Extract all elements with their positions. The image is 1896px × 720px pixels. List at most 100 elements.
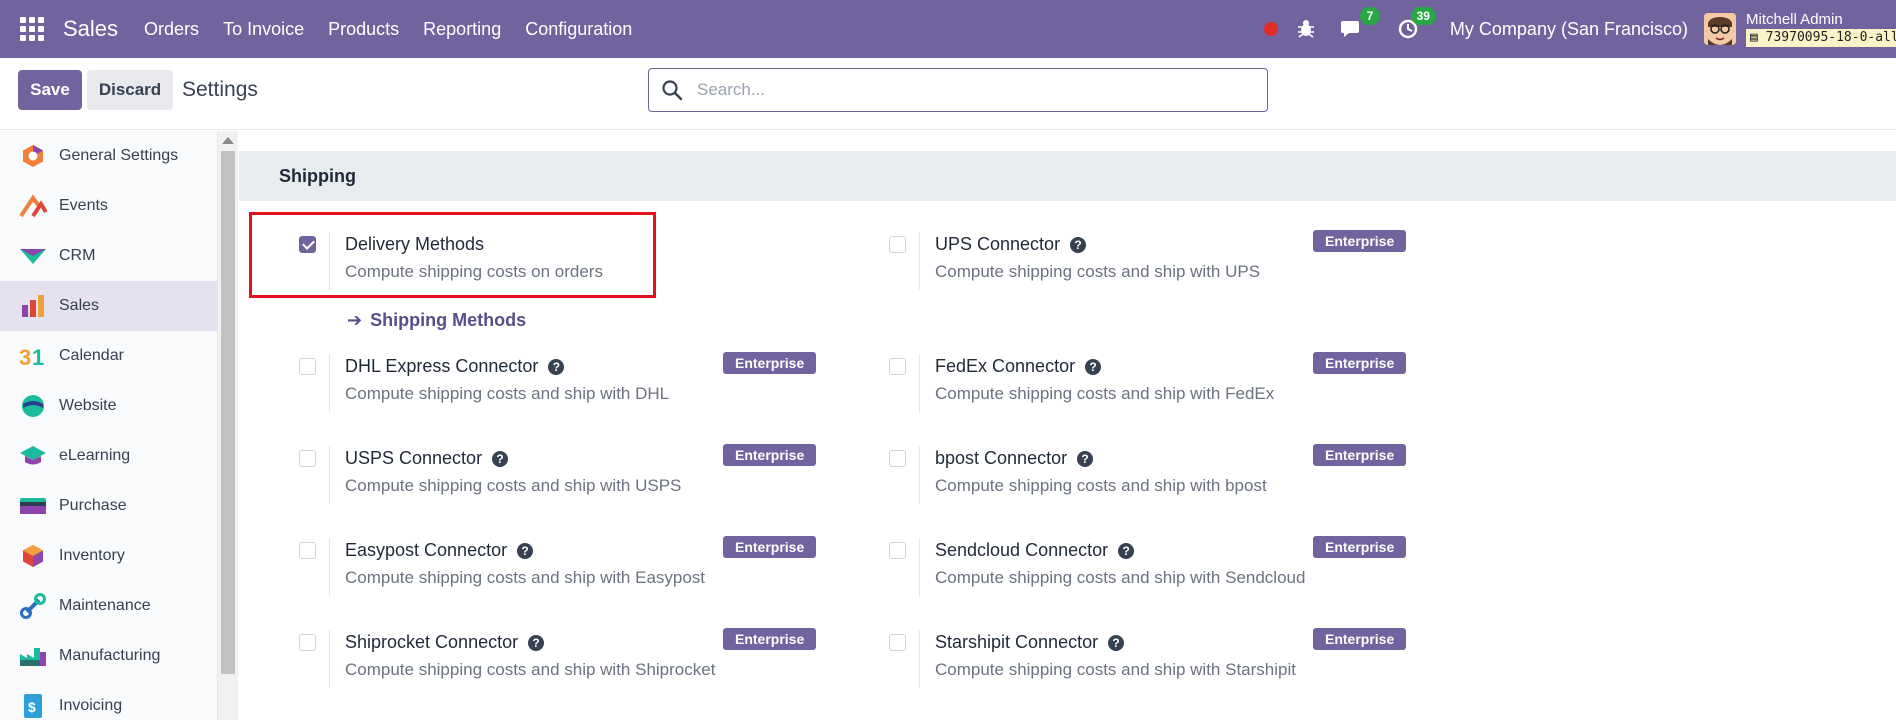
setting-description: Compute shipping costs and ship with Fed… bbox=[935, 384, 1275, 403]
sidebar-item-purchase[interactable]: Purchase bbox=[0, 481, 217, 531]
sidebar-item-label: Purchase bbox=[59, 497, 127, 514]
enterprise-badge: Enterprise bbox=[723, 444, 817, 466]
search-icon bbox=[662, 80, 683, 101]
menu-to-invoice[interactable]: To Invoice bbox=[223, 19, 304, 40]
setting-dhl-express-connector: DHL Express Connector? Compute shipping … bbox=[299, 352, 859, 434]
sidebar-item-manufacturing[interactable]: Manufacturing bbox=[0, 631, 217, 681]
setting-title: Easypost Connector? bbox=[345, 540, 534, 561]
divider bbox=[919, 630, 920, 688]
app-brand[interactable]: Sales bbox=[63, 16, 118, 42]
help-icon[interactable]: ? bbox=[1085, 358, 1102, 375]
activities-badge: 39 bbox=[1410, 7, 1436, 25]
messages-icon[interactable]: 7 bbox=[1340, 7, 1380, 41]
sidebar-item-general-settings[interactable]: General Settings bbox=[0, 131, 217, 181]
messages-badge: 7 bbox=[1359, 7, 1380, 25]
invoicing-icon: $ bbox=[19, 692, 47, 720]
sidebar-item-label: Events bbox=[59, 197, 108, 214]
setting-title-text: DHL Express Connector bbox=[345, 356, 539, 376]
purchase-icon bbox=[19, 492, 47, 520]
setting-bpost-connector: bpost Connector? Compute shipping costs … bbox=[889, 444, 1449, 526]
sidebar-item-calendar[interactable]: 31 Calendar bbox=[0, 331, 217, 381]
setting-title-text: FedEx Connector bbox=[935, 356, 1076, 376]
ups-connector-checkbox[interactable] bbox=[889, 236, 906, 253]
help-icon[interactable]: ? bbox=[1070, 236, 1087, 253]
divider bbox=[329, 630, 330, 688]
divider bbox=[329, 538, 330, 596]
save-button[interactable]: Save bbox=[18, 70, 82, 110]
sendcloud-connector-checkbox[interactable] bbox=[889, 542, 906, 559]
setting-description: Compute shipping costs and ship with Shi… bbox=[345, 660, 716, 679]
menu-reporting[interactable]: Reporting bbox=[423, 19, 501, 40]
setting-starshipit-connector: Starshipit Connector? Compute shipping c… bbox=[889, 628, 1449, 710]
sidebar-item-elearning[interactable]: eLearning bbox=[0, 431, 217, 481]
usps-connector-checkbox[interactable] bbox=[299, 450, 316, 467]
easypost-connector-checkbox[interactable] bbox=[299, 542, 316, 559]
search-input[interactable] bbox=[697, 80, 1237, 100]
bpost-connector-checkbox[interactable] bbox=[889, 450, 906, 467]
enterprise-badge: Enterprise bbox=[1313, 628, 1407, 650]
scroll-thumb[interactable] bbox=[221, 151, 235, 674]
setting-description: Compute shipping costs and ship with Eas… bbox=[345, 568, 706, 587]
menu-orders[interactable]: Orders bbox=[144, 19, 199, 40]
apps-menu-icon[interactable] bbox=[19, 16, 45, 42]
shipping-methods-link[interactable]: ➔ Shipping Methods bbox=[347, 310, 526, 331]
elearning-icon bbox=[19, 442, 47, 470]
sales-icon bbox=[19, 292, 47, 320]
menu-products[interactable]: Products bbox=[328, 19, 399, 40]
divider bbox=[919, 354, 920, 412]
shiprocket-connector-checkbox[interactable] bbox=[299, 634, 316, 651]
help-icon[interactable]: ? bbox=[528, 634, 545, 651]
help-icon[interactable]: ? bbox=[1118, 542, 1135, 559]
help-icon[interactable]: ? bbox=[1077, 450, 1094, 467]
sidebar-item-invoicing[interactable]: $ Invoicing bbox=[0, 681, 217, 720]
help-icon[interactable]: ? bbox=[548, 358, 565, 375]
help-icon[interactable]: ? bbox=[492, 450, 509, 467]
dhl-connector-checkbox[interactable] bbox=[299, 358, 316, 375]
menu-configuration[interactable]: Configuration bbox=[525, 19, 632, 40]
calendar-icon: 31 bbox=[19, 342, 47, 370]
sidebar-item-label: Maintenance bbox=[59, 597, 151, 614]
setting-description: Compute shipping costs and ship with Sta… bbox=[935, 660, 1296, 679]
setting-description: Compute shipping costs and ship with USP… bbox=[345, 476, 682, 495]
search-bar[interactable] bbox=[648, 68, 1268, 112]
database-icon: ▤ bbox=[1750, 30, 1766, 45]
bug-icon[interactable] bbox=[1294, 17, 1318, 41]
divider bbox=[919, 538, 920, 596]
setting-title-text: Easypost Connector bbox=[345, 540, 508, 560]
navbar-systray: 7 39 My Company (San Francisco) Mitchell… bbox=[1263, 0, 1896, 58]
enterprise-badge: Enterprise bbox=[1313, 536, 1407, 558]
setting-title-text: Starshipit Connector bbox=[935, 632, 1099, 652]
sidebar-item-sales[interactable]: Sales bbox=[0, 281, 217, 331]
user-name: Mitchell Admin bbox=[1746, 11, 1843, 28]
sidebar-item-events[interactable]: Events bbox=[0, 181, 217, 231]
user-menu[interactable]: Mitchell Admin ▤ 73970095-18-0-all bbox=[1746, 11, 1896, 47]
company-switcher[interactable]: My Company (San Francisco) bbox=[1450, 19, 1688, 40]
sidebar-item-website[interactable]: Website bbox=[0, 381, 217, 431]
sidebar-item-crm[interactable]: CRM bbox=[0, 231, 217, 281]
enterprise-badge: Enterprise bbox=[1313, 444, 1407, 466]
sidebar-item-inventory[interactable]: Inventory bbox=[0, 531, 217, 581]
enterprise-badge: Enterprise bbox=[723, 628, 817, 650]
scroll-up-arrow-icon[interactable] bbox=[222, 137, 234, 144]
sidebar-scrollbar[interactable] bbox=[218, 131, 238, 720]
control-panel: Save Discard Settings bbox=[0, 58, 1896, 130]
setting-description: Compute shipping costs and ship with bpo… bbox=[935, 476, 1267, 495]
starshipit-connector-checkbox[interactable] bbox=[889, 634, 906, 651]
divider bbox=[329, 354, 330, 412]
help-icon[interactable]: ? bbox=[1108, 634, 1125, 651]
maintenance-icon bbox=[19, 592, 47, 620]
discard-button[interactable]: Discard bbox=[87, 70, 173, 110]
shipping-methods-link-text: Shipping Methods bbox=[370, 310, 527, 330]
section-title: Shipping bbox=[239, 151, 1896, 201]
setting-title-text: Shiprocket Connector bbox=[345, 632, 519, 652]
setting-title: Shiprocket Connector? bbox=[345, 632, 545, 653]
page-title: Settings bbox=[182, 78, 258, 101]
help-icon[interactable]: ? bbox=[517, 542, 534, 559]
sidebar-item-maintenance[interactable]: Maintenance bbox=[0, 581, 217, 631]
activities-icon[interactable]: 39 bbox=[1396, 7, 1436, 41]
fedex-connector-checkbox[interactable] bbox=[889, 358, 906, 375]
setting-ups-connector: UPS Connector? Compute shipping costs an… bbox=[889, 230, 1449, 312]
recording-dot-icon[interactable] bbox=[1263, 22, 1278, 36]
user-avatar[interactable] bbox=[1704, 13, 1736, 45]
setting-description: Compute shipping costs and ship with UPS bbox=[935, 262, 1261, 281]
